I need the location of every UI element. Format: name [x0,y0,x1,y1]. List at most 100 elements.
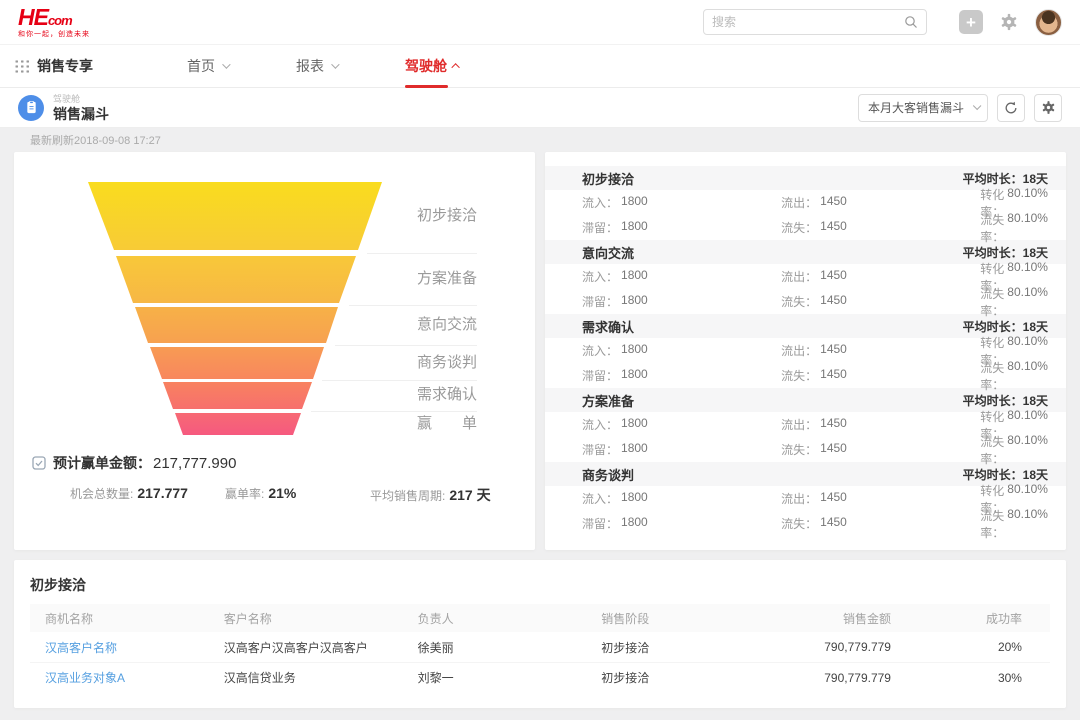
table-cell: 汉高信贷业务 [224,669,418,686]
metric-label: 流入： [582,490,618,507]
metric-label: 流出： [781,268,817,285]
content-area: 最新刷新2018-09-08 17:27 [0,128,1080,708]
stage-section: 意向交流平均时长：18天流入：1800流出：1450转化率：80.10%滞留：1… [545,240,1066,314]
table-cell: 20% [897,640,1050,654]
plus-icon: + [966,14,976,31]
checkbox-icon [32,456,46,470]
metric-value: 1800 [621,219,648,236]
funnel-card: 初步接洽 方案准备 意向交流 商务谈判 需求确认 赢 单 预计赢单金额： 217… [14,152,535,550]
stage-metric: 滞留：1800 [582,515,781,532]
user-avatar[interactable] [1035,9,1062,36]
search-icon[interactable] [904,15,918,29]
metric-value: 1450 [820,416,847,433]
metric-value: 80.10% [1007,285,1048,319]
nav-item-cockpit[interactable]: 驾驶舱 [405,45,460,88]
opportunity-link[interactable]: 汉高业务对象A [30,669,224,686]
metric-label: 流出： [781,416,817,433]
expected-amount-value: 217,777.990 [153,455,236,472]
table-row[interactable]: 汉高客户名称汉高客户汉高客户汉高客户徐美丽初步接洽790,779.77920% [30,632,1050,662]
metric-value: 1800 [621,490,648,507]
funnel-segment[interactable] [88,382,382,409]
funnel-label-divider [311,411,477,412]
stage-metric: 流入：1800 [582,490,781,507]
funnel-segment[interactable] [88,307,382,343]
table-row[interactable]: 汉高业务对象A汉高信贷业务刘黎一初步接洽790,779.77930% [30,662,1050,692]
settings-button[interactable] [997,10,1021,34]
stage-metric: 流失率：80.10% [980,211,1048,245]
funnel-label-divider [367,253,477,254]
stage-metric: 流入：1800 [582,416,781,433]
metric-label: 流失率： [980,507,1004,541]
search-input[interactable] [712,15,904,29]
gear-icon [1000,13,1018,31]
metric-value: 80.10% [1007,433,1048,467]
stage-metric: 流失率：80.10% [980,285,1048,319]
stage-avg-duration: 平均时长：18天 [963,392,1048,409]
metric-value: 1450 [820,367,847,384]
metric-label: 滞留： [582,293,618,310]
column-header: 负责人 [418,610,602,627]
chevron-down-icon [331,60,339,68]
nav-item-reports[interactable]: 报表 [296,45,337,88]
column-header: 销售金额 [785,610,897,627]
stage-metric: 流失：1450 [781,219,980,236]
add-button[interactable]: + [959,10,983,34]
column-header: 成功率 [897,610,1050,627]
kpi-opportunity-count: 机会总数量:217.777 [70,485,188,502]
metric-value: 1800 [621,342,648,359]
stage-metric-row: 滞留：1800流失：1450流失率：80.10% [545,215,1066,240]
funnel-stage-label: 初步接洽 [417,206,477,226]
metric-value: 1450 [820,293,847,310]
funnel-segment[interactable] [88,256,382,303]
dashboard-settings-button[interactable] [1034,94,1062,122]
nav-item-home[interactable]: 首页 [187,45,228,88]
stage-metric: 流出：1450 [781,416,980,433]
logo[interactable]: HEcom 和你一起，创造未来 [18,6,90,38]
stage-avg-duration: 平均时长：18天 [963,244,1048,261]
metric-value: 1450 [820,268,847,285]
funnel-segment[interactable] [88,347,382,379]
stage-metric: 滞留：1800 [582,367,781,384]
stage-metric: 流失：1450 [781,441,980,458]
logo-tagline: 和你一起，创造未来 [18,31,90,38]
workspace-name[interactable]: 销售专享 [37,56,93,76]
funnel-segment[interactable] [88,413,382,435]
global-search[interactable] [703,9,927,35]
refresh-button[interactable] [997,94,1025,122]
stage-metric: 流失：1450 [781,293,980,310]
funnel-segment[interactable] [88,182,382,250]
stage-avg-duration: 平均时长：18天 [963,318,1048,335]
stage-metric: 流失：1450 [781,515,980,532]
opportunity-link[interactable]: 汉高客户名称 [30,639,224,656]
metric-label: 流失： [781,367,817,384]
metric-value: 1450 [820,441,847,458]
title-bar: 驾驶舱 销售漏斗 本月大客销售漏斗 [0,88,1080,128]
chevron-down-icon [222,60,230,68]
metric-value: 1450 [820,194,847,211]
kpi-avg-cycle: 平均销售周期:217 天 [370,485,491,505]
funnel-chart: 初步接洽 方案准备 意向交流 商务谈判 需求确认 赢 单 [14,182,535,435]
metric-value: 1800 [621,416,648,433]
table-cell: 790,779.779 [785,671,897,685]
stage-name: 方案准备 [582,391,634,410]
stage-metric: 滞留：1800 [582,441,781,458]
column-header: 销售阶段 [601,610,785,627]
stage-metric-row: 滞留：1800流失：1450流失率：80.10% [545,437,1066,462]
funnel-filter-select[interactable]: 本月大客销售漏斗 [858,94,988,122]
stage-stats-card: 初步接洽平均时长：18天流入：1800流出：1450转化率：80.10%滞留：1… [545,152,1066,550]
top-bar: HEcom 和你一起，创造未来 + [0,0,1080,45]
stage-section: 商务谈判平均时长：18天流入：1800流出：1450转化率：80.10%滞留：1… [545,462,1066,536]
app-grid-icon[interactable] [14,59,29,73]
table-cell: 刘黎一 [418,669,602,686]
chevron-up-icon [451,63,459,71]
metric-label: 流入： [582,268,618,285]
table-cell: 汉高客户汉高客户汉高客户 [224,639,418,656]
funnel-stage-label: 商务谈判 [417,353,477,373]
stage-metric: 滞留：1800 [582,293,781,310]
stage-section: 方案准备平均时长：18天流入：1800流出：1450转化率：80.10%滞留：1… [545,388,1066,462]
stage-metric: 滞留：1800 [582,219,781,236]
stage-metric: 流失率：80.10% [980,359,1048,393]
gear-icon [1041,100,1056,115]
refresh-time: 最新刷新2018-09-08 17:27 [14,128,1066,152]
metric-label: 流入： [582,342,618,359]
